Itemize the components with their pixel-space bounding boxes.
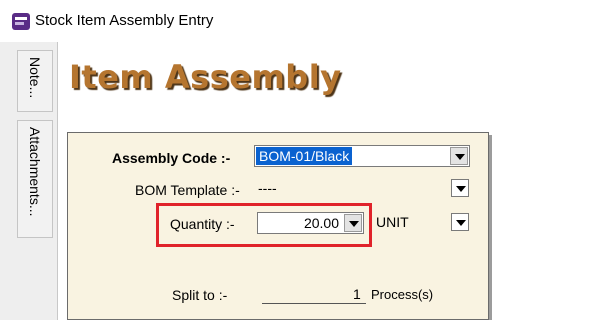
assembly-code-combo[interactable]: BOM-01/Black (254, 145, 470, 167)
tab-attachments[interactable]: Attachments... (17, 120, 53, 238)
title-bar: Stock Item Assembly Entry (0, 0, 612, 42)
side-tab-strip: Note... Attachments... (0, 42, 58, 320)
chevron-down-icon[interactable] (450, 147, 468, 165)
uom-combo[interactable]: UNIT (372, 212, 470, 234)
chevron-down-icon[interactable] (451, 213, 469, 231)
tab-note-label: Note... (27, 57, 43, 99)
app-logo-icon (12, 13, 30, 30)
bom-template-label: BOM Template :- (135, 182, 240, 198)
window-title: Stock Item Assembly Entry (35, 12, 214, 29)
assembly-code-label: Assembly Code :- (112, 150, 231, 166)
assembly-code-value[interactable]: BOM-01/Black (256, 147, 353, 165)
chevron-down-icon[interactable] (451, 179, 469, 197)
page-title: Item Assembly (69, 58, 342, 96)
tab-attachments-label: Attachments... (27, 127, 43, 217)
split-suffix: Process(s) (371, 287, 434, 302)
split-value[interactable]: 1 (353, 286, 361, 302)
tab-note[interactable]: Note... (17, 50, 53, 112)
uom-value: UNIT (376, 214, 409, 230)
bom-template-value: ---- (258, 180, 277, 196)
bom-template-combo[interactable]: ---- (254, 178, 470, 200)
split-input-underline (262, 303, 366, 304)
split-label: Split to :- (172, 287, 228, 303)
quantity-highlight-box (156, 203, 372, 247)
